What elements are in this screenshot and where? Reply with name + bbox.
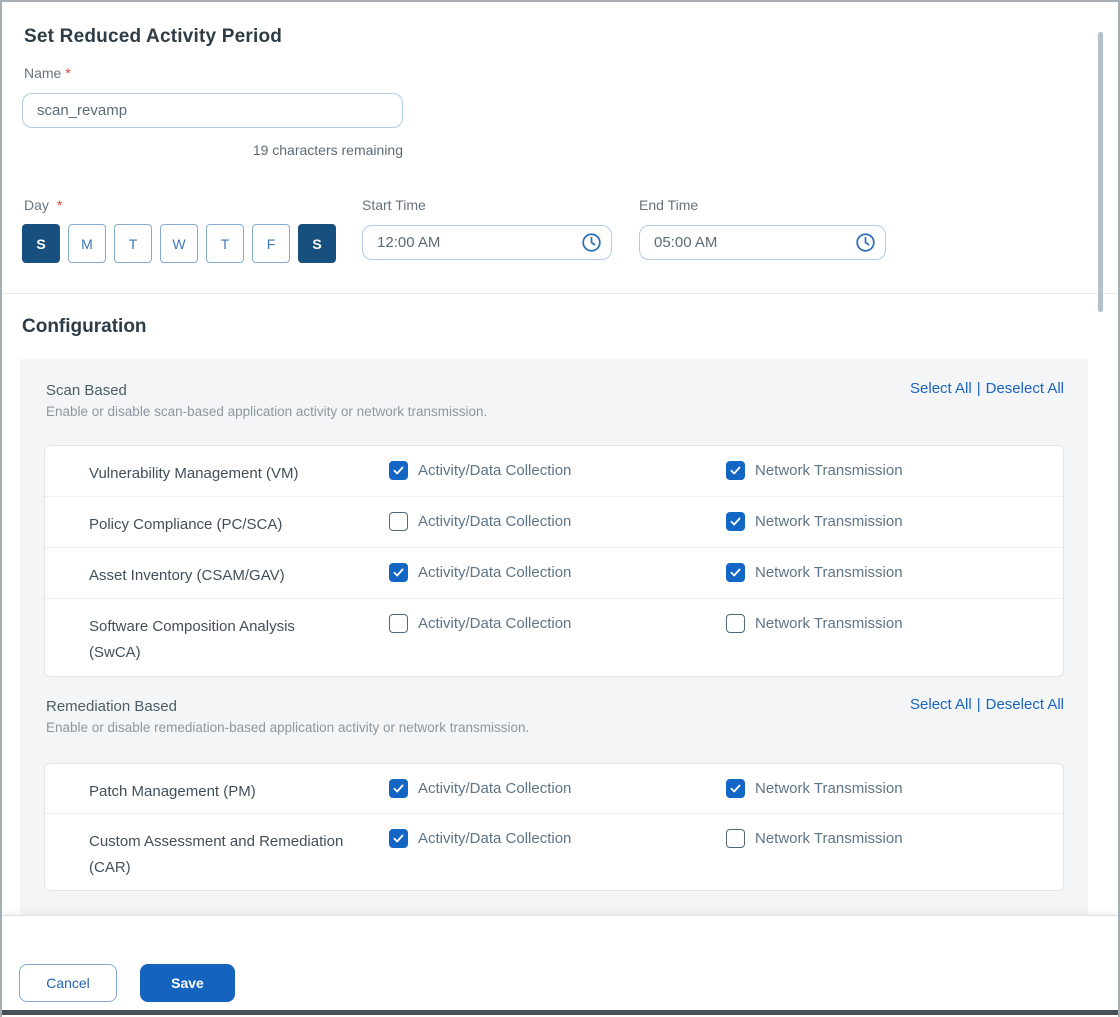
- network-checkbox-label: Network Transmission: [755, 563, 903, 583]
- activity-cell: Activity/Data Collection: [389, 779, 726, 799]
- activity-checkbox[interactable]: [389, 829, 408, 848]
- activity-cell: Activity/Data Collection: [389, 461, 726, 481]
- module-label: Patch Management (PM): [89, 779, 344, 805]
- network-cell: Network Transmission: [726, 461, 1063, 481]
- network-checkbox[interactable]: [726, 614, 745, 633]
- required-asterisk: *: [65, 65, 70, 81]
- dialog-footer: Cancel Save: [2, 915, 1118, 1012]
- scan-based-table: Vulnerability Management (VM) Activity/D…: [44, 445, 1064, 677]
- clock-icon[interactable]: [581, 232, 602, 253]
- section-divider: [2, 293, 1118, 294]
- network-cell: Network Transmission: [726, 512, 1063, 532]
- module-label: Policy Compliance (PC/SCA): [89, 512, 344, 538]
- table-row: Vulnerability Management (VM) Activity/D…: [45, 446, 1063, 497]
- activity-checkbox-label: Activity/Data Collection: [418, 614, 571, 634]
- configuration-panel: Scan Based Enable or disable scan-based …: [20, 359, 1088, 915]
- remediation-based-table: Patch Management (PM) Activity/Data Coll…: [44, 763, 1064, 891]
- network-checkbox[interactable]: [726, 512, 745, 531]
- start-time-field: [362, 225, 612, 260]
- activity-checkbox[interactable]: [389, 461, 408, 480]
- day-button-sunday[interactable]: S: [22, 224, 60, 263]
- set-reduced-activity-period-dialog: Set Reduced Activity Period Name* 19 cha…: [0, 0, 1120, 1017]
- table-row: Patch Management (PM) Activity/Data Coll…: [45, 764, 1063, 814]
- save-button[interactable]: Save: [140, 964, 235, 1002]
- network-checkbox[interactable]: [726, 461, 745, 480]
- configuration-heading: Configuration: [22, 316, 147, 338]
- remediation-based-bulk-links: Select All | Deselect All: [910, 696, 1064, 713]
- end-time-label: End Time: [639, 197, 698, 213]
- deselect-all-link[interactable]: Deselect All: [986, 380, 1064, 397]
- day-button-friday[interactable]: F: [252, 224, 290, 263]
- network-checkbox[interactable]: [726, 563, 745, 582]
- day-button-thursday[interactable]: T: [206, 224, 244, 263]
- page-title: Set Reduced Activity Period: [24, 26, 282, 48]
- scan-based-description: Enable or disable scan-based application…: [46, 404, 487, 419]
- required-asterisk: *: [57, 197, 62, 213]
- characters-remaining-text: 19 characters remaining: [22, 142, 403, 158]
- network-checkbox-label: Network Transmission: [755, 461, 903, 481]
- network-checkbox[interactable]: [726, 829, 745, 848]
- module-label: Asset Inventory (CSAM/GAV): [89, 563, 344, 589]
- day-button-monday[interactable]: M: [68, 224, 106, 263]
- activity-cell: Activity/Data Collection: [389, 563, 726, 583]
- link-separator: |: [977, 380, 981, 397]
- module-label: Software Composition Analysis (SwCA): [89, 614, 344, 666]
- activity-checkbox[interactable]: [389, 779, 408, 798]
- day-button-tuesday[interactable]: T: [114, 224, 152, 263]
- activity-checkbox-label: Activity/Data Collection: [418, 779, 571, 799]
- network-cell: Network Transmission: [726, 779, 1063, 799]
- network-cell: Network Transmission: [726, 829, 1063, 849]
- day-label: Day *: [24, 197, 62, 213]
- activity-checkbox-label: Activity/Data Collection: [418, 829, 571, 849]
- select-all-link[interactable]: Select All: [910, 696, 972, 713]
- end-time-input[interactable]: [639, 225, 886, 260]
- table-row: Custom Assessment and Remediation (CAR) …: [45, 814, 1063, 890]
- name-input[interactable]: [22, 93, 403, 128]
- activity-checkbox[interactable]: [389, 614, 408, 633]
- remediation-based-title: Remediation Based: [46, 698, 177, 715]
- activity-checkbox-label: Activity/Data Collection: [418, 512, 571, 532]
- remediation-based-description: Enable or disable remediation-based appl…: [46, 720, 529, 735]
- network-cell: Network Transmission: [726, 563, 1063, 583]
- scan-based-title: Scan Based: [46, 382, 127, 399]
- start-time-input[interactable]: [362, 225, 612, 260]
- start-time-label: Start Time: [362, 197, 426, 213]
- network-checkbox-label: Network Transmission: [755, 829, 903, 849]
- network-cell: Network Transmission: [726, 614, 1063, 634]
- module-label: Custom Assessment and Remediation (CAR): [89, 829, 344, 881]
- activity-checkbox[interactable]: [389, 563, 408, 582]
- activity-cell: Activity/Data Collection: [389, 614, 726, 634]
- day-label-text: Day: [24, 197, 49, 213]
- day-button-wednesday[interactable]: W: [160, 224, 198, 263]
- window-bottom-border: [2, 1010, 1118, 1015]
- network-checkbox-label: Network Transmission: [755, 614, 903, 634]
- network-checkbox-label: Network Transmission: [755, 779, 903, 799]
- day-selector: S M T W T F S: [22, 224, 336, 263]
- activity-cell: Activity/Data Collection: [389, 829, 726, 849]
- table-row: Policy Compliance (PC/SCA) Activity/Data…: [45, 497, 1063, 548]
- select-all-link[interactable]: Select All: [910, 380, 972, 397]
- day-button-saturday[interactable]: S: [298, 224, 336, 263]
- table-row: Asset Inventory (CSAM/GAV) Activity/Data…: [45, 548, 1063, 599]
- network-checkbox-label: Network Transmission: [755, 512, 903, 532]
- name-label-text: Name: [24, 65, 61, 81]
- link-separator: |: [977, 696, 981, 713]
- deselect-all-link[interactable]: Deselect All: [986, 696, 1064, 713]
- scan-based-bulk-links: Select All | Deselect All: [910, 380, 1064, 397]
- table-row: Software Composition Analysis (SwCA) Act…: [45, 599, 1063, 676]
- activity-checkbox-label: Activity/Data Collection: [418, 461, 571, 481]
- module-label: Vulnerability Management (VM): [89, 461, 344, 487]
- clock-icon[interactable]: [855, 232, 876, 253]
- activity-checkbox[interactable]: [389, 512, 408, 531]
- vertical-scrollbar[interactable]: [1098, 32, 1103, 312]
- cancel-button[interactable]: Cancel: [19, 964, 117, 1002]
- end-time-field: [639, 225, 886, 260]
- network-checkbox[interactable]: [726, 779, 745, 798]
- activity-checkbox-label: Activity/Data Collection: [418, 563, 571, 583]
- activity-cell: Activity/Data Collection: [389, 512, 726, 532]
- name-label: Name*: [24, 65, 71, 81]
